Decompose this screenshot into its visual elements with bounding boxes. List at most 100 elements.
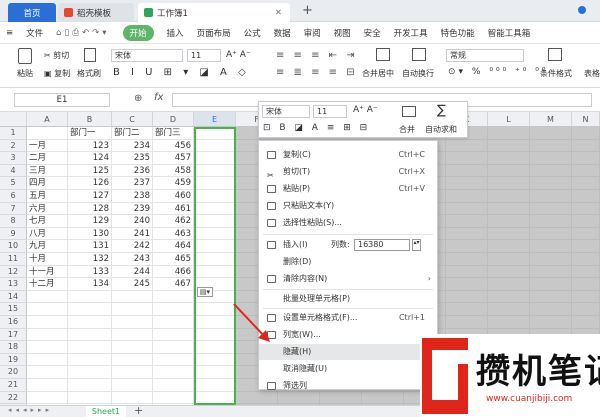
menu-file[interactable]: 文件 xyxy=(26,27,43,39)
cell[interactable] xyxy=(27,353,68,367)
cut-button[interactable]: ✂ 剪切 xyxy=(44,50,69,61)
cell[interactable] xyxy=(572,190,600,203)
cell[interactable] xyxy=(194,240,236,253)
cell[interactable]: 128 xyxy=(68,202,112,216)
cell[interactable] xyxy=(194,164,236,178)
row-header[interactable]: 14 xyxy=(0,290,27,304)
cell[interactable] xyxy=(530,240,572,253)
cell[interactable] xyxy=(488,190,530,203)
cell[interactable] xyxy=(194,202,236,216)
cell[interactable]: 部门三 xyxy=(153,127,194,140)
col-header[interactable]: M xyxy=(530,112,572,127)
cell[interactable]: 234 xyxy=(112,139,153,153)
cell[interactable] xyxy=(488,316,530,329)
cell[interactable] xyxy=(572,278,600,291)
cell[interactable] xyxy=(488,139,530,153)
cell[interactable] xyxy=(153,328,194,342)
cell[interactable] xyxy=(530,253,572,266)
cell[interactable] xyxy=(194,253,236,266)
cell[interactable]: 462 xyxy=(153,215,194,228)
sigma-icon[interactable]: ∑ xyxy=(437,103,446,118)
cell[interactable] xyxy=(153,379,194,392)
mini-merge-icon[interactable] xyxy=(402,106,416,117)
cell[interactable]: 124 xyxy=(68,152,112,165)
cell[interactable]: 127 xyxy=(68,190,112,203)
cell[interactable]: 一月 xyxy=(27,139,68,153)
cell[interactable] xyxy=(572,127,600,140)
cell[interactable] xyxy=(68,379,112,392)
menu-paste-text[interactable]: 只粘贴文本(Y) xyxy=(259,198,437,214)
tab-home[interactable]: 首页 xyxy=(8,3,56,22)
cell[interactable]: 九月 xyxy=(27,240,68,253)
cell[interactable] xyxy=(530,202,572,216)
font-select[interactable]: 宋体 xyxy=(111,49,183,62)
cell[interactable]: 六月 xyxy=(27,202,68,216)
cell[interactable]: 130 xyxy=(68,227,112,241)
cell[interactable] xyxy=(194,215,236,228)
wrap-icon[interactable] xyxy=(412,48,426,61)
cell[interactable]: 461 xyxy=(153,202,194,216)
paste-options-icon[interactable]: ▤▾ xyxy=(197,287,213,297)
cell[interactable] xyxy=(194,265,236,279)
row-header[interactable]: 12 xyxy=(0,265,27,279)
cell[interactable] xyxy=(194,353,236,367)
cell[interactable]: 123 xyxy=(68,139,112,153)
zoom-icon[interactable]: ⊕ xyxy=(134,93,142,104)
cell[interactable] xyxy=(530,278,572,291)
cell[interactable] xyxy=(27,127,68,140)
cell[interactable] xyxy=(446,177,488,190)
row-header[interactable]: 6 xyxy=(0,190,27,203)
menu-copy[interactable]: 复制(C) Ctrl+C xyxy=(259,147,437,163)
cell[interactable]: 460 xyxy=(153,190,194,203)
cell[interactable] xyxy=(446,278,488,291)
cell[interactable] xyxy=(446,215,488,228)
cell[interactable] xyxy=(68,328,112,342)
cell[interactable] xyxy=(194,127,236,140)
cell[interactable] xyxy=(68,290,112,304)
font-grow-shrink-icon[interactable]: A⁺ A⁻ xyxy=(226,50,251,60)
cell[interactable] xyxy=(112,328,153,342)
wrap-text-button[interactable]: 自动换行 xyxy=(402,68,434,79)
cell[interactable]: 125 xyxy=(68,164,112,178)
cell[interactable] xyxy=(488,265,530,279)
cell[interactable]: 238 xyxy=(112,190,153,203)
cond-format-button[interactable]: 条件格式 xyxy=(540,68,572,79)
cell[interactable]: 459 xyxy=(153,177,194,190)
cell[interactable] xyxy=(27,316,68,329)
cell[interactable]: 241 xyxy=(112,227,153,241)
tab-template[interactable]: 稻壳模板 xyxy=(58,3,134,22)
cell[interactable]: 243 xyxy=(112,253,153,266)
cell[interactable]: 464 xyxy=(153,240,194,253)
cell[interactable] xyxy=(488,177,530,190)
cell[interactable] xyxy=(488,215,530,228)
cell[interactable] xyxy=(530,316,572,329)
cell[interactable]: 466 xyxy=(153,265,194,279)
cell[interactable]: 239 xyxy=(112,202,153,216)
row-header[interactable]: 17 xyxy=(0,328,27,342)
cell[interactable] xyxy=(572,303,600,316)
insert-count-input[interactable]: 16380 xyxy=(354,239,410,251)
cell[interactable] xyxy=(572,253,600,266)
row-header[interactable]: 15 xyxy=(0,303,27,316)
menu-start[interactable]: 开始 xyxy=(122,24,154,41)
menu-view[interactable]: 视图 xyxy=(334,27,351,39)
row-header[interactable]: 3 xyxy=(0,152,27,165)
cell[interactable] xyxy=(572,152,600,165)
window-icon[interactable] xyxy=(578,6,586,14)
cell[interactable] xyxy=(446,316,488,329)
menu-batch[interactable]: 批量处理单元格(P) xyxy=(259,291,437,307)
cell[interactable] xyxy=(488,253,530,266)
cell[interactable]: 244 xyxy=(112,265,153,279)
cell[interactable] xyxy=(112,366,153,379)
cell[interactable] xyxy=(153,303,194,316)
cell[interactable] xyxy=(446,227,488,241)
col-header[interactable]: N xyxy=(572,112,600,127)
add-sheet-icon[interactable]: + xyxy=(134,404,143,417)
cell[interactable] xyxy=(153,391,194,405)
format-painter-icon[interactable] xyxy=(84,48,96,62)
row-header[interactable]: 1 xyxy=(0,127,27,140)
cell[interactable]: 五月 xyxy=(27,190,68,203)
cell[interactable] xyxy=(112,353,153,367)
cell[interactable] xyxy=(572,290,600,304)
font-style-buttons[interactable]: B I U ⊞ ▾ ◪ A ◇ xyxy=(113,67,250,78)
